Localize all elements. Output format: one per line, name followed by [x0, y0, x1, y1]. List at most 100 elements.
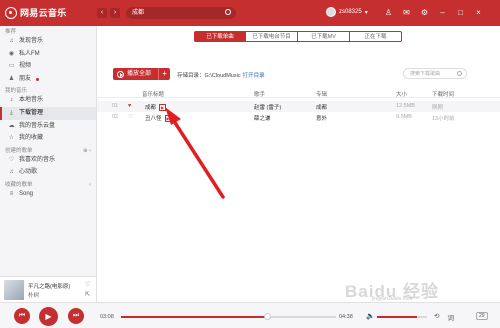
row-number: 01 [112, 103, 119, 109]
watermark-subtitle: jingyan.baidu.com [372, 296, 413, 302]
sidebar-item-discover[interactable]: ♫ 发现音乐 [0, 35, 96, 48]
liked-heart-icon[interactable]: ♥ [128, 103, 131, 109]
list-icon: ≡ [9, 190, 14, 197]
column-time[interactable]: 下载时间 [432, 90, 454, 98]
top-bar: 网易云音乐 ‹ › 成都 zs08325 ▾ ♙ ✉ ⚙ – □ × [0, 0, 500, 26]
table-row[interactable]: 02 ♡ 丑八怪 ▶ 薛之谦 意外 9.5MB 13小时前 [97, 112, 500, 123]
song-album[interactable]: 意外 [316, 114, 327, 122]
volume-slider[interactable] [377, 316, 427, 318]
player-bar: ⏮ ▶ ⏭ 03:08 04:38 🔈 ⟲ 词 29 [0, 302, 500, 328]
playlist-icon: ♫ [9, 169, 14, 176]
shirt-icon[interactable]: ♙ [384, 8, 393, 17]
row-number: 02 [112, 114, 119, 120]
chevron-down-icon[interactable]: ▾ [365, 9, 368, 16]
sidebar-item-video[interactable]: ▭ 视频 [0, 60, 96, 73]
close-icon[interactable]: × [474, 8, 483, 17]
sidebar-item-label: 我的收藏 [19, 135, 44, 142]
column-artist[interactable]: 歌手 [254, 90, 265, 98]
volume-fill [377, 316, 417, 318]
column-size[interactable]: 大小 [396, 90, 407, 98]
lyrics-icon[interactable]: 词 [447, 312, 454, 322]
song-album[interactable]: 成都 [316, 103, 327, 111]
search-input[interactable]: 成都 [126, 7, 236, 19]
app-title: 网易云音乐 [20, 8, 67, 18]
volume-icon[interactable]: 🔈 [366, 312, 375, 320]
play-all-button[interactable]: 播放全部 + [113, 68, 170, 80]
column-title[interactable]: 音乐标题 [142, 90, 164, 98]
mv-icon[interactable]: ▶ [164, 115, 172, 123]
sidebar-item-label: 视频 [19, 63, 32, 70]
sidebar-item-song[interactable]: ≡ Song [0, 188, 96, 201]
video-icon: ▭ [8, 63, 15, 70]
tab-downloading[interactable]: 正在下载 [350, 31, 402, 42]
share-icon[interactable]: ⇱ [85, 291, 90, 298]
tab-downloaded-songs[interactable]: 已下载单曲 [194, 31, 246, 42]
song-title[interactable]: 丑八怪 ▶ [145, 114, 172, 123]
maximize-icon[interactable]: □ [456, 8, 465, 17]
progress-knob[interactable] [263, 313, 271, 320]
tab-downloaded-radio[interactable]: 已下载电台节目 [246, 31, 298, 42]
song-artist[interactable]: 赵雷 (雷子) [254, 103, 281, 111]
star-icon: ☆ [8, 135, 15, 142]
sidebar: 推荐 ♫ 发现音乐 ◉ 私人FM ▭ 视频 ♟ 朋友 我的音乐 ♪ 本地音乐 ⤓ 下载管理 … [0, 26, 97, 276]
cloud-icon: ☁ [8, 122, 15, 129]
tab-downloaded-mv[interactable]: 已下载MV [298, 31, 350, 42]
sidebar-item-label: 本地音乐 [19, 97, 44, 104]
sidebar-item-downloads[interactable]: ⤓ 下载管理 [0, 106, 96, 120]
chevron-icon[interactable]: ‹ [89, 181, 91, 188]
avatar[interactable] [326, 7, 336, 17]
filter-downloads-input[interactable]: 搜索下载歌曲 [403, 68, 467, 79]
search-icon[interactable] [225, 9, 231, 15]
playlist-count-badge[interactable]: 29 [476, 312, 488, 320]
like-icon[interactable]: ♡ [85, 281, 90, 288]
play-icon[interactable]: ▶ [39, 307, 58, 326]
album-cover[interactable] [4, 280, 24, 300]
now-playing-panel[interactable]: 平凡之路(电影原) 朴树 ♡ ⇱ [0, 276, 97, 302]
sidebar-item-cloud[interactable]: ☁ 我的音乐云盘 [0, 120, 96, 133]
song-artist[interactable]: 薛之谦 [254, 114, 271, 122]
loop-icon[interactable]: ⟲ [434, 312, 439, 322]
add-playlist-icon[interactable]: ⊕ ‹ [83, 147, 91, 154]
radio-icon: ◉ [8, 50, 15, 57]
song-size: 12.5MB [396, 103, 415, 109]
window-controls: ♙ ✉ ⚙ – □ × [384, 8, 483, 17]
app-logo[interactable]: 网易云音乐 [5, 6, 67, 19]
main-content: 已下载单曲 已下载电台节目 已下载MV 正在下载 播放全部 + 存储目录：G:\… [97, 26, 500, 302]
download-time: 刚刚 [432, 105, 444, 111]
open-directory-link[interactable]: 打开目录 [243, 73, 265, 79]
section-header-recommend: 推荐 [5, 29, 17, 35]
nav-arrows: ‹ › [97, 8, 120, 18]
sidebar-item-local-music[interactable]: ♪ 本地音乐 [0, 94, 96, 107]
sidebar-item-heartbeat[interactable]: ♫ 心动歌 [0, 166, 96, 179]
sidebar-item-friends[interactable]: ♟ 朋友 [0, 73, 96, 86]
table-header: 音乐标题 歌手 专辑 大小 下载时间 [97, 88, 500, 98]
song-title[interactable]: 成都 ▶ [145, 103, 167, 112]
sidebar-item-label: 心动歌 [19, 169, 38, 176]
search-icon[interactable] [457, 71, 462, 76]
section-header-my-music: 我的音乐 [5, 88, 28, 95]
back-arrow-icon[interactable]: ‹ [97, 8, 107, 18]
notification-dot [36, 77, 40, 81]
now-playing-artist[interactable]: 朴树 [28, 291, 39, 299]
table-row[interactable]: 01 ♥ 成都 ▶ 赵雷 (雷子) 成都 12.5MB 刚刚 [97, 101, 500, 112]
next-icon[interactable]: ⏭ [68, 308, 84, 324]
mv-icon[interactable]: ▶ [159, 104, 167, 112]
sidebar-item-fm[interactable]: ◉ 私人FM [0, 48, 96, 61]
settings-icon[interactable]: ⚙ [420, 8, 429, 17]
add-to-queue-button[interactable]: + [158, 68, 170, 80]
username[interactable]: zs08325 [339, 9, 362, 15]
progress-bar[interactable] [121, 313, 336, 320]
previous-icon[interactable]: ⏮ [14, 308, 30, 324]
minimize-icon[interactable]: – [438, 8, 447, 17]
now-playing-title[interactable]: 平凡之路(电影原) [28, 282, 70, 290]
progress-fill [121, 316, 268, 318]
sidebar-item-label: 我的音乐云盘 [19, 122, 56, 129]
sidebar-item-collection[interactable]: ☆ 我的收藏 [0, 132, 96, 145]
sidebar-item-liked[interactable]: ♡ 我喜欢的音乐 [0, 154, 96, 167]
heart-outline-icon[interactable]: ♡ [128, 114, 133, 120]
column-album[interactable]: 专辑 [316, 90, 327, 98]
mail-icon[interactable]: ✉ [402, 8, 411, 17]
player-extra-controls: ⟲ 词 [434, 312, 454, 322]
forward-arrow-icon[interactable]: › [110, 8, 120, 18]
user-profile[interactable]: zs08325 ▾ [326, 7, 368, 17]
